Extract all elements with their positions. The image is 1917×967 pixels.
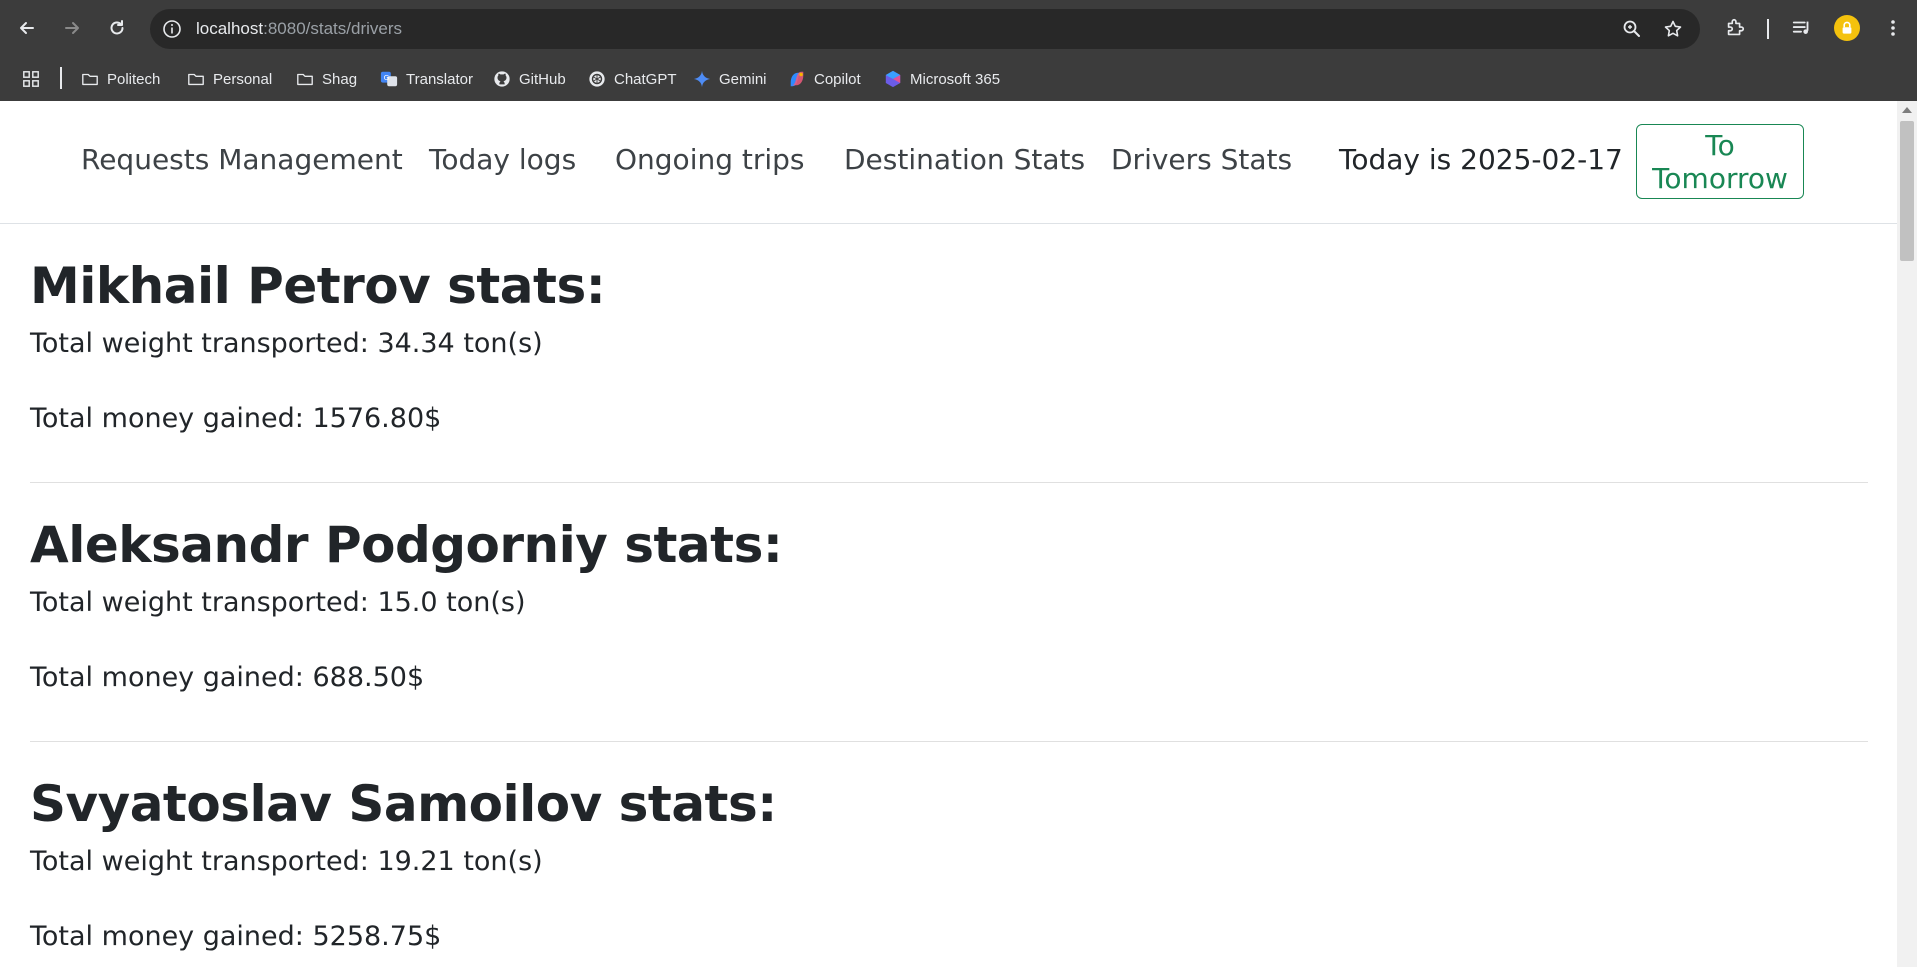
- puzzle-icon: [1727, 18, 1745, 36]
- driver-stats-card: Aleksandr Podgorniy stats: Total weight …: [30, 515, 1868, 696]
- copilot-icon: [790, 71, 804, 87]
- address-bar[interactable]: localhost:8080/stats/drivers: [150, 9, 1700, 49]
- scroll-up-arrow-icon[interactable]: [1902, 107, 1912, 113]
- bookmark-label: Translator: [406, 70, 473, 88]
- gemini-icon: [693, 70, 711, 88]
- lock-icon: [1842, 21, 1852, 34]
- to-tomorrow-button[interactable]: To Tomorrow: [1636, 124, 1804, 199]
- bookmark-label: GitHub: [519, 70, 566, 88]
- url-host: localhost: [196, 19, 264, 38]
- forward-button[interactable]: [56, 12, 88, 44]
- bookmark-label: Politech: [107, 70, 161, 88]
- driver-stats-card: Mikhail Petrov stats: Total weight trans…: [30, 256, 1868, 437]
- bookmark-shag[interactable]: Shag: [296, 67, 357, 91]
- bookmark-label: Microsoft 365: [910, 70, 1001, 88]
- zoom-icon[interactable]: [1622, 19, 1642, 39]
- github-icon: [494, 71, 510, 87]
- bookmarks-divider: [60, 67, 62, 89]
- bookmark-chatgpt[interactable]: ChatGPT: [588, 67, 677, 91]
- driver-money: Total money gained: 688.50$: [30, 662, 425, 693]
- apps-button[interactable]: [22, 67, 40, 91]
- nav-drivers-stats[interactable]: Drivers Stats: [1111, 143, 1292, 176]
- driver-title: Mikhail Petrov stats:: [30, 257, 606, 315]
- bookmark-translator[interactable]: G Translator: [380, 67, 473, 91]
- browser-menu-button[interactable]: [1880, 15, 1906, 41]
- divider: [30, 741, 1868, 742]
- bookmark-label: Gemini: [719, 70, 767, 88]
- svg-text:G: G: [384, 73, 390, 82]
- toolbar-divider: [1767, 19, 1769, 39]
- translate-icon: G: [380, 71, 398, 87]
- bookmark-microsoft365[interactable]: Microsoft 365: [884, 67, 1000, 91]
- driver-stats-card: Svyatoslav Samoilov stats: Total weight …: [30, 774, 1868, 955]
- apps-grid-icon: [23, 71, 39, 87]
- bookmark-github[interactable]: GitHub: [493, 67, 566, 91]
- kebab-menu-icon: [1891, 20, 1895, 36]
- driver-weight: Total weight transported: 19.21 ton(s): [30, 846, 543, 877]
- media-control-button[interactable]: [1789, 15, 1815, 41]
- folder-icon: [82, 73, 98, 86]
- folder-icon: [297, 73, 313, 86]
- bookmarks-bar: Politech Personal Shag G Translator GitH…: [0, 57, 1917, 101]
- folder-icon: [188, 73, 204, 86]
- browser-toolbar: localhost:8080/stats/drivers: [0, 0, 1917, 57]
- arrow-right-icon: [65, 22, 79, 34]
- scroll-thumb[interactable]: [1900, 121, 1914, 261]
- microsoft365-icon: [885, 70, 901, 88]
- bookmark-personal[interactable]: Personal: [187, 67, 272, 91]
- chatgpt-icon: [589, 71, 605, 87]
- driver-weight: Total weight transported: 34.34 ton(s): [30, 328, 543, 359]
- reload-button[interactable]: [101, 12, 133, 44]
- back-button[interactable]: [11, 12, 43, 44]
- arrow-left-icon: [20, 22, 34, 34]
- bookmark-label: Personal: [213, 70, 273, 88]
- bookmark-gemini[interactable]: Gemini: [693, 67, 767, 91]
- browser-chrome: localhost:8080/stats/drivers Politech Pe…: [0, 0, 1917, 101]
- bookmark-politech[interactable]: Politech: [81, 67, 160, 91]
- url-path: :8080/stats/drivers: [263, 19, 403, 38]
- nav-destination-stats[interactable]: Destination Stats: [844, 143, 1085, 176]
- driver-title: Svyatoslav Samoilov stats:: [30, 775, 777, 833]
- page-content: Requests Management Today logs Ongoing t…: [0, 101, 1917, 967]
- today-date: Today is 2025-02-17: [1339, 143, 1623, 176]
- divider: [30, 482, 1868, 483]
- nav-today-logs[interactable]: Today logs: [429, 143, 576, 176]
- nav-requests-management[interactable]: Requests Management: [81, 143, 403, 176]
- app-navbar: Requests Management Today logs Ongoing t…: [0, 101, 1897, 224]
- driver-money: Total money gained: 5258.75$: [30, 921, 442, 952]
- bookmark-label: Shag: [322, 70, 358, 88]
- bookmark-copilot[interactable]: Copilot: [788, 67, 861, 91]
- driver-title: Aleksandr Podgorniy stats:: [30, 516, 783, 574]
- nav-ongoing-trips[interactable]: Ongoing trips: [615, 143, 805, 176]
- bookmark-label: ChatGPT: [614, 70, 677, 88]
- bookmark-star-icon[interactable]: [1663, 19, 1683, 39]
- url-text[interactable]: localhost:8080/stats/drivers: [196, 9, 402, 49]
- driver-weight: Total weight transported: 15.0 ton(s): [30, 587, 526, 618]
- page-scrollbar[interactable]: [1897, 101, 1917, 967]
- driver-money: Total money gained: 1576.80$: [30, 403, 442, 434]
- bookmark-label: Copilot: [814, 70, 861, 88]
- playlist-icon: [1792, 21, 1809, 34]
- reload-icon: [110, 20, 124, 35]
- profile-avatar[interactable]: [1834, 15, 1860, 41]
- site-info-icon[interactable]: [162, 19, 182, 39]
- extensions-button[interactable]: [1722, 15, 1748, 41]
